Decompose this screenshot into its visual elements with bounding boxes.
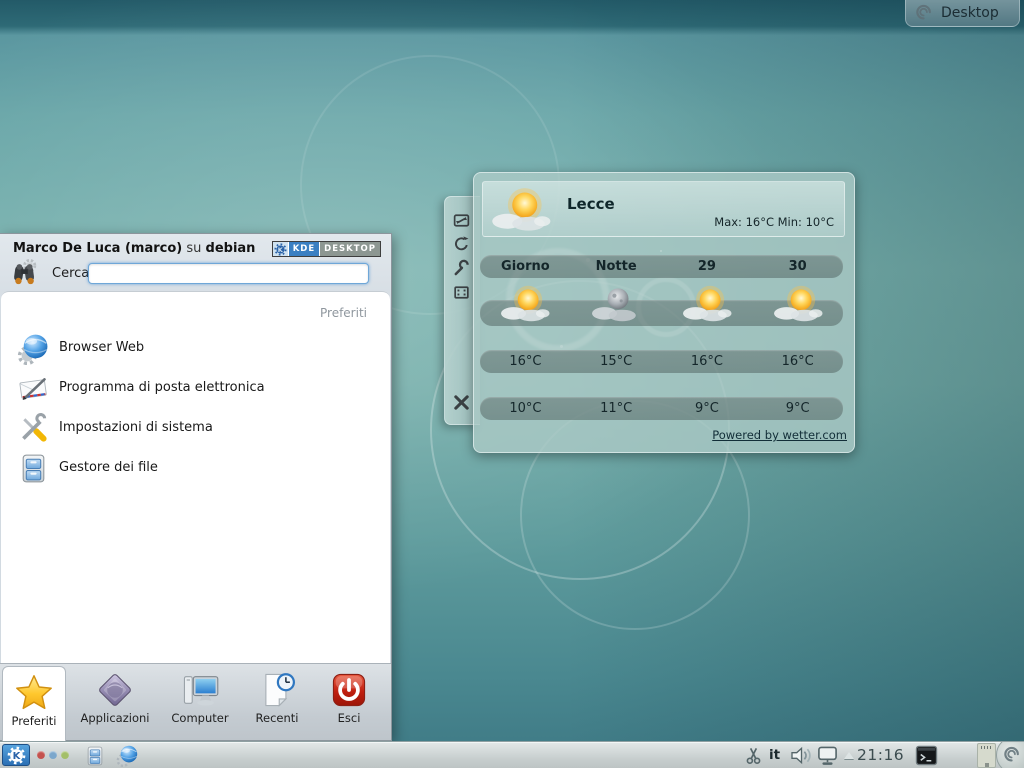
cashew-icon: [1002, 745, 1022, 765]
moon-cloud-icon: [591, 283, 641, 325]
web-browser-icon: [17, 332, 50, 365]
kickoff-content: Preferiti Browser Web Programma di posta…: [1, 291, 390, 663]
menu-item-label: Impostazioni di sistema: [59, 420, 213, 435]
computer-icon: [180, 670, 220, 710]
tab-preferiti[interactable]: Preferiti: [2, 666, 66, 741]
badge-kde-label: KDE: [288, 242, 319, 256]
close-icon[interactable]: [452, 393, 471, 412]
menu-item-label: Gestore dei file: [59, 460, 158, 475]
sun-cloud-icon: [773, 283, 823, 325]
network-icon[interactable]: [816, 745, 839, 766]
volume-icon[interactable]: [789, 746, 814, 765]
day-temp: 16°C: [480, 350, 571, 373]
desktop-wallpaper: Desktop Lecce Max: 16°C Min: 10°C Giorno…: [0, 0, 1024, 768]
weather-header: Lecce Max: 16°C Min: 10°C: [482, 181, 845, 237]
tab-label: Preferiti: [3, 714, 65, 728]
menu-item-browser-web[interactable]: Browser Web: [1, 329, 390, 369]
weather-widget: Lecce Max: 16°C Min: 10°C Giorno Notte 2…: [473, 172, 855, 453]
pager-dot-green[interactable]: [61, 751, 69, 759]
konsole-icon[interactable]: [915, 745, 938, 766]
badge-desktop-label: DESKTOP: [319, 242, 380, 256]
kickoff-user-title: Marco De Luca (marco) su debian: [13, 241, 255, 256]
kickoff-tabbar: Preferiti Applicazioni Computer Recenti …: [0, 663, 391, 740]
panel-applet-strip[interactable]: [977, 743, 996, 768]
menu-item-file-manager[interactable]: Gestore dei file: [1, 449, 390, 489]
night-temp: 9°C: [752, 397, 843, 420]
sun-cloud-icon: [500, 283, 550, 325]
file-manager-launcher-icon[interactable]: [84, 745, 106, 767]
menu-item-system-settings[interactable]: Impostazioni di sistema: [1, 409, 390, 449]
recent-documents-icon: [257, 670, 297, 710]
digital-clock[interactable]: 21:16: [857, 746, 904, 764]
pager-dot-blue[interactable]: [49, 751, 57, 759]
tab-label: Computer: [160, 711, 240, 725]
taskbar-panel: it 21:16 °C: [0, 741, 1024, 768]
tab-esci[interactable]: Esci: [309, 664, 389, 741]
star-icon: [14, 673, 54, 713]
file-manager-icon: [17, 452, 50, 485]
rotate-icon[interactable]: [452, 235, 471, 254]
weather-column-label: Notte: [571, 255, 662, 278]
tab-recenti[interactable]: Recenti: [237, 664, 317, 741]
web-browser-launcher-icon[interactable]: [116, 744, 139, 767]
search-binoculars-icon: [10, 258, 40, 288]
tab-label: Applicazioni: [75, 711, 155, 725]
system-settings-icon: [17, 412, 50, 445]
kde-gear-icon: [7, 746, 26, 765]
day-temp: 15°C: [571, 350, 662, 373]
clipboard-scissors-icon[interactable]: [744, 746, 763, 765]
desktop-toolbox[interactable]: Desktop: [905, 0, 1020, 27]
tab-computer[interactable]: Computer: [160, 664, 240, 741]
applications-icon: [95, 670, 135, 710]
night-temp: 9°C: [662, 397, 753, 420]
kickoff-host: debian: [206, 241, 256, 256]
menu-item-label: Browser Web: [59, 340, 144, 355]
pager-dot-red[interactable]: [37, 751, 45, 759]
keyboard-layout-indicator[interactable]: it: [769, 747, 780, 763]
configure-wrench-icon[interactable]: [452, 259, 471, 278]
panel-cashew[interactable]: [996, 741, 1024, 768]
day-temp: 16°C: [662, 350, 753, 373]
sun-cloud-icon: [491, 184, 551, 236]
tab-label: Esci: [309, 711, 389, 725]
search-input[interactable]: [88, 263, 369, 284]
kde-desktop-badge: K KDE DESKTOP: [272, 241, 381, 257]
wetter-credit-link[interactable]: Powered by wetter.com: [712, 428, 847, 442]
kde-gear-icon: K: [274, 243, 287, 256]
weather-day-temps-row: 16°C 15°C 16°C 16°C: [480, 350, 843, 373]
weather-condition-icons: [480, 283, 843, 325]
email-icon: [17, 372, 50, 405]
tab-applicazioni[interactable]: Applicazioni: [75, 664, 155, 741]
strip-marks: [985, 763, 989, 767]
kickoff-title-connector: su: [186, 241, 201, 256]
weather-night-temps-row: 10°C 11°C 9°C 9°C: [480, 397, 843, 420]
night-temp: 10°C: [480, 397, 571, 420]
weather-column-label: Giorno: [480, 255, 571, 278]
weather-column-label: 29: [662, 255, 753, 278]
weather-column-header-row: Giorno Notte 29 30: [480, 255, 843, 278]
sun-cloud-icon: [682, 283, 732, 325]
weather-city: Lecce: [567, 195, 615, 213]
kickoff-menu: Marco De Luca (marco) su debian K KDE DE…: [0, 233, 392, 741]
menu-item-email[interactable]: Programma di posta elettronica: [1, 369, 390, 409]
cashew-icon: [914, 3, 934, 23]
weather-max-min: Max: 16°C Min: 10°C: [714, 215, 834, 229]
section-label: Preferiti: [320, 306, 367, 320]
strip-marks: [981, 746, 992, 749]
tab-label: Recenti: [237, 711, 317, 725]
menu-item-label: Programma di posta elettronica: [59, 380, 265, 395]
kmenu-launcher-button[interactable]: [2, 744, 30, 766]
day-temp: 16°C: [752, 350, 843, 373]
resize-icon[interactable]: [452, 211, 471, 230]
kickoff-user: Marco De Luca (marco): [13, 241, 182, 256]
tray-expand-arrow-icon[interactable]: [844, 752, 854, 759]
svg-text:K: K: [277, 245, 283, 253]
weather-column-label: 30: [752, 255, 843, 278]
desktop-toolbox-label: Desktop: [941, 5, 999, 21]
maximize-icon[interactable]: [452, 283, 471, 302]
night-temp: 11°C: [571, 397, 662, 420]
power-icon: [329, 670, 369, 710]
